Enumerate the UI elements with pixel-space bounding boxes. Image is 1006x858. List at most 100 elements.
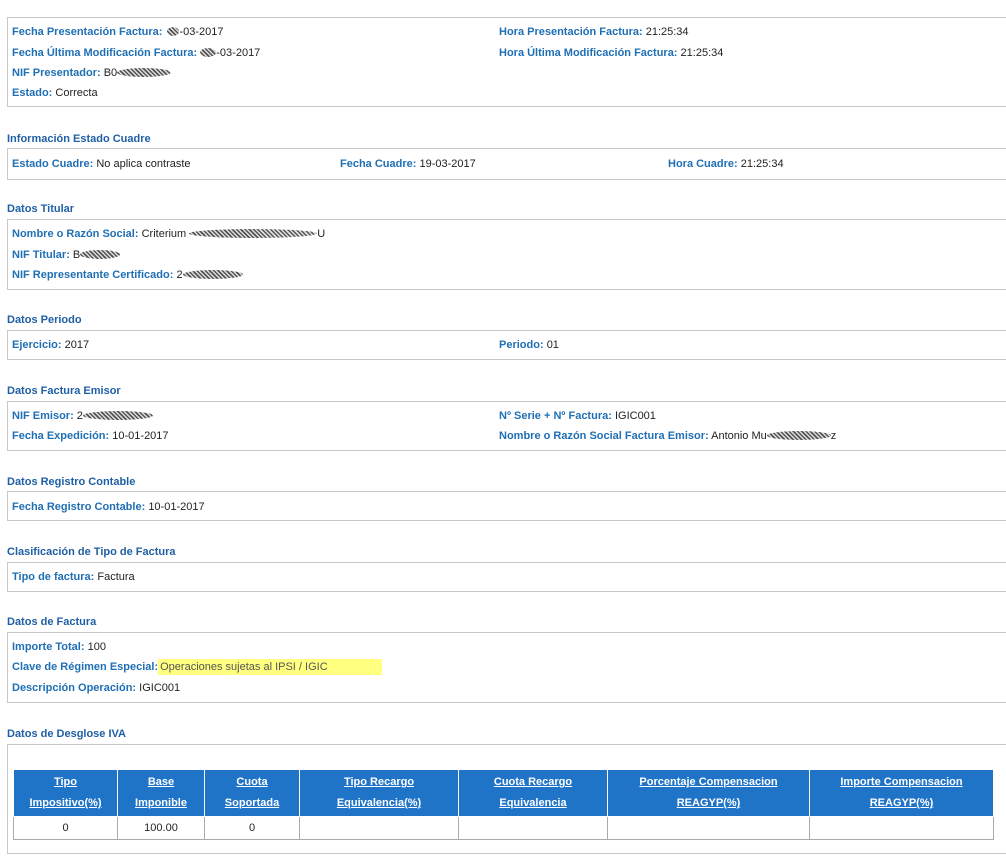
table-row: 0 100.00 0 [13, 816, 994, 840]
col-importe-compensacion[interactable]: Importe Compensacion REAGYP(%) [809, 769, 994, 817]
periodo-value: 01 [546, 339, 559, 351]
importe-total-field: Importe Total: 100 [12, 641, 106, 653]
nombre-emisor-field: Nombre o Razón Social Factura Emisor: An… [499, 430, 836, 442]
estado-cuadre-field: Estado Cuadre: No aplica contraste [12, 158, 191, 170]
col-tipo-recargo[interactable]: Tipo Recargo Equivalencia(%) [299, 769, 459, 817]
hora-presentacion-field: Hora Presentación Factura: 21:25:34 [499, 26, 689, 38]
registro-title: Datos Registro Contable [7, 476, 136, 488]
desglose-title: Datos de Desglose IVA [7, 728, 126, 740]
hora-cuadre-label: Hora Cuadre: [668, 158, 738, 170]
fecha-expedicion-label: Fecha Expedición: [12, 430, 110, 442]
fecha-presentacion-value: -03-2017 [179, 26, 224, 38]
redacted-mark [80, 250, 121, 259]
importe-total-value: 100 [87, 641, 106, 653]
periodo-title: Datos Periodo [7, 314, 82, 326]
nif-titular-value: B [72, 249, 81, 261]
redacted-mark [182, 270, 243, 279]
hora-presentacion-label: Hora Presentación Factura: [499, 26, 643, 38]
clave-regimen-label: Clave de Régimen Especial: [12, 661, 159, 673]
redacted-mark [82, 411, 153, 420]
clave-regimen-field: Clave de Régimen Especial: Operaciones su… [12, 659, 382, 675]
nif-titular-label: NIF Titular: [12, 249, 70, 261]
fecha-presentacion-label: Fecha Presentación Factura: [12, 26, 163, 38]
tipo-factura-value: Factura [97, 571, 135, 583]
estado-cuadre-label: Estado Cuadre: [12, 158, 94, 170]
emisor-title: Datos Factura Emisor [7, 385, 121, 397]
nif-representante-value: 2 [176, 269, 183, 281]
fecha-expedicion-value: 10-01-2017 [112, 430, 169, 442]
serie-factura-field: Nº Serie + Nº Factura: IGIC001 [499, 410, 656, 422]
redacted-mark [189, 229, 318, 238]
clasificacion-title: Clasificación de Tipo de Factura [7, 546, 176, 558]
hora-presentacion-value: 21:25:34 [645, 26, 689, 38]
hora-cuadre-value: 21:25:34 [740, 158, 784, 170]
periodo-label: Periodo: [499, 339, 544, 351]
hora-modificacion-value: 21:25:34 [680, 47, 724, 59]
fecha-registro-value: 10-01-2017 [148, 501, 205, 513]
cell-tipo-impositivo: 0 [13, 816, 118, 840]
importe-total-label: Importe Total: [12, 641, 85, 653]
serie-factura-value: IGIC001 [614, 410, 656, 422]
fecha-expedicion-field: Fecha Expedición: 10-01-2017 [12, 430, 169, 442]
redacted-mark [200, 48, 217, 57]
emisor-section [7, 401, 1006, 451]
descripcion-label: Descripción Operación: [12, 682, 137, 694]
nombre-emisor-suffix: z [830, 430, 837, 442]
descripcion-field: Descripción Operación: IGIC001 [12, 682, 180, 694]
nif-emisor-value: 2 [76, 410, 83, 422]
tipo-factura-label: Tipo de factura: [12, 571, 95, 583]
fecha-cuadre-label: Fecha Cuadre: [340, 158, 417, 170]
fecha-modificacion-label: Fecha Última Modificación Factura: [12, 47, 198, 59]
periodo-field: Periodo: 01 [499, 339, 559, 351]
fecha-registro-field: Fecha Registro Contable: 10-01-2017 [12, 501, 205, 513]
nif-titular-field: NIF Titular: B [12, 249, 121, 261]
desglose-header-row: Tipo Impositivo(%) Base Imponible Cuota Sop… [13, 769, 994, 817]
nombre-emisor-label: Nombre o Razón Social Factura Emisor: [499, 430, 709, 442]
redacted-mark [117, 68, 172, 77]
redacted-mark [766, 431, 831, 440]
fecha-presentacion-field: Fecha Presentación Factura: -03-2017 [12, 26, 224, 38]
serie-factura-label: Nº Serie + Nº Factura: [499, 410, 612, 422]
col-tipo-impositivo[interactable]: Tipo Impositivo(%) [13, 769, 118, 817]
estado-label: Estado: [12, 87, 53, 99]
fecha-cuadre-value: 19-03-2017 [419, 158, 476, 170]
nif-presentador-value: B0 [103, 67, 118, 79]
factura-title: Datos de Factura [7, 616, 97, 628]
nombre-titular-field: Nombre o Razón Social: Criterium U [12, 228, 325, 240]
cell-porcentaje-compensacion [607, 816, 810, 840]
tipo-factura-field: Tipo de factura: Factura [12, 571, 135, 583]
hora-modificacion-label: Hora Última Modificación Factura: [499, 47, 678, 59]
nif-representante-label: NIF Representante Certificado: [12, 269, 174, 281]
nombre-titular-suffix: U [317, 228, 326, 240]
nif-presentador-field: NIF Presentador: B0 [12, 67, 172, 79]
cell-importe-compensacion [809, 816, 994, 840]
ejercicio-label: Ejercicio: [12, 339, 62, 351]
estado-value: Correcta [55, 87, 98, 99]
hora-modificacion-field: Hora Última Modificación Factura: 21:25:… [499, 47, 723, 59]
nif-representante-field: NIF Representante Certificado: 2 [12, 269, 243, 281]
fecha-modificacion-value: -03-2017 [216, 47, 261, 59]
fecha-modificacion-field: Fecha Última Modificación Factura: -03-2… [12, 47, 260, 59]
clave-regimen-value: Operaciones sujetas al IPSI / IGIC [158, 659, 382, 675]
fecha-registro-label: Fecha Registro Contable: [12, 501, 146, 513]
hora-cuadre-field: Hora Cuadre: 21:25:34 [668, 158, 784, 170]
estado-cuadre-value: No aplica contraste [96, 158, 191, 170]
clasificacion-section [7, 562, 1006, 592]
cell-tipo-recargo [299, 816, 459, 840]
nif-emisor-label: NIF Emisor: [12, 410, 74, 422]
col-cuota-soportada[interactable]: Cuota Soportada [204, 769, 300, 817]
col-base-imponible[interactable]: Base Imponible [117, 769, 205, 817]
cell-base-imponible: 100.00 [117, 816, 205, 840]
nif-presentador-label: NIF Presentador: [12, 67, 101, 79]
cuadre-title: Información Estado Cuadre [7, 133, 151, 145]
titular-title: Datos Titular [7, 203, 75, 215]
nombre-titular-label: Nombre o Razón Social: [12, 228, 139, 240]
col-porcentaje-compensacion[interactable]: Porcentaje Compensacion REAGYP(%) [607, 769, 810, 817]
nombre-emisor-value: Antonio Mu [711, 430, 767, 442]
nif-emisor-field: NIF Emisor: 2 [12, 410, 153, 422]
ejercicio-field: Ejercicio: 2017 [12, 339, 89, 351]
redacted-mark [167, 27, 180, 36]
nombre-titular-value: Criterium [141, 228, 187, 240]
ejercicio-value: 2017 [64, 339, 90, 351]
col-cuota-recargo[interactable]: Cuota Recargo Equivalencia [458, 769, 608, 817]
